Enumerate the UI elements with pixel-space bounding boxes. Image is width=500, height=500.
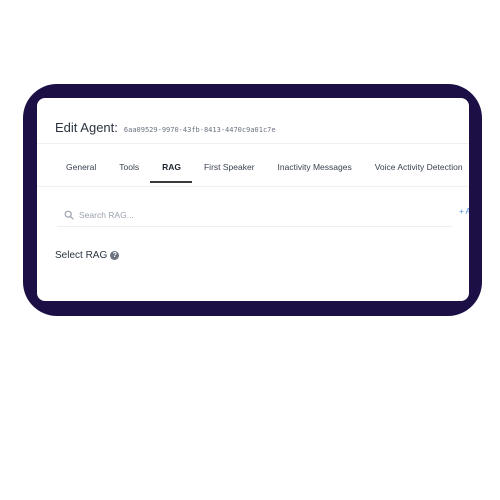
tab-rag[interactable]: RAG xyxy=(150,162,192,183)
page-header: Edit Agent: 6aa09529-9970-43fb-8413-4470… xyxy=(55,120,276,135)
tab-bar: General Tools RAG First Speaker Inactivi… xyxy=(54,162,469,183)
search-bar[interactable] xyxy=(57,204,452,227)
select-rag-label: Select RAG xyxy=(55,250,108,261)
add-rag-button[interactable]: + A xyxy=(459,207,469,216)
tab-tools[interactable]: Tools xyxy=(107,162,150,183)
page-title: Edit Agent: xyxy=(55,120,118,135)
edit-agent-panel: Edit Agent: 6aa09529-9970-43fb-8413-4470… xyxy=(37,98,469,301)
tab-inactivity-messages[interactable]: Inactivity Messages xyxy=(266,162,363,183)
tabs-divider xyxy=(37,186,469,187)
tab-general[interactable]: General xyxy=(54,162,107,183)
select-rag-row: Select RAG ? xyxy=(55,250,120,261)
help-icon[interactable]: ? xyxy=(110,251,120,260)
search-icon xyxy=(62,208,76,222)
header-divider xyxy=(37,143,469,144)
tab-voice-activity-detection[interactable]: Voice Activity Detection xyxy=(363,162,469,183)
search-input[interactable] xyxy=(79,210,379,220)
tab-first-speaker[interactable]: First Speaker xyxy=(192,162,266,183)
agent-id: 6aa09529-9970-43fb-8413-4470c9a01c7e xyxy=(123,126,276,134)
